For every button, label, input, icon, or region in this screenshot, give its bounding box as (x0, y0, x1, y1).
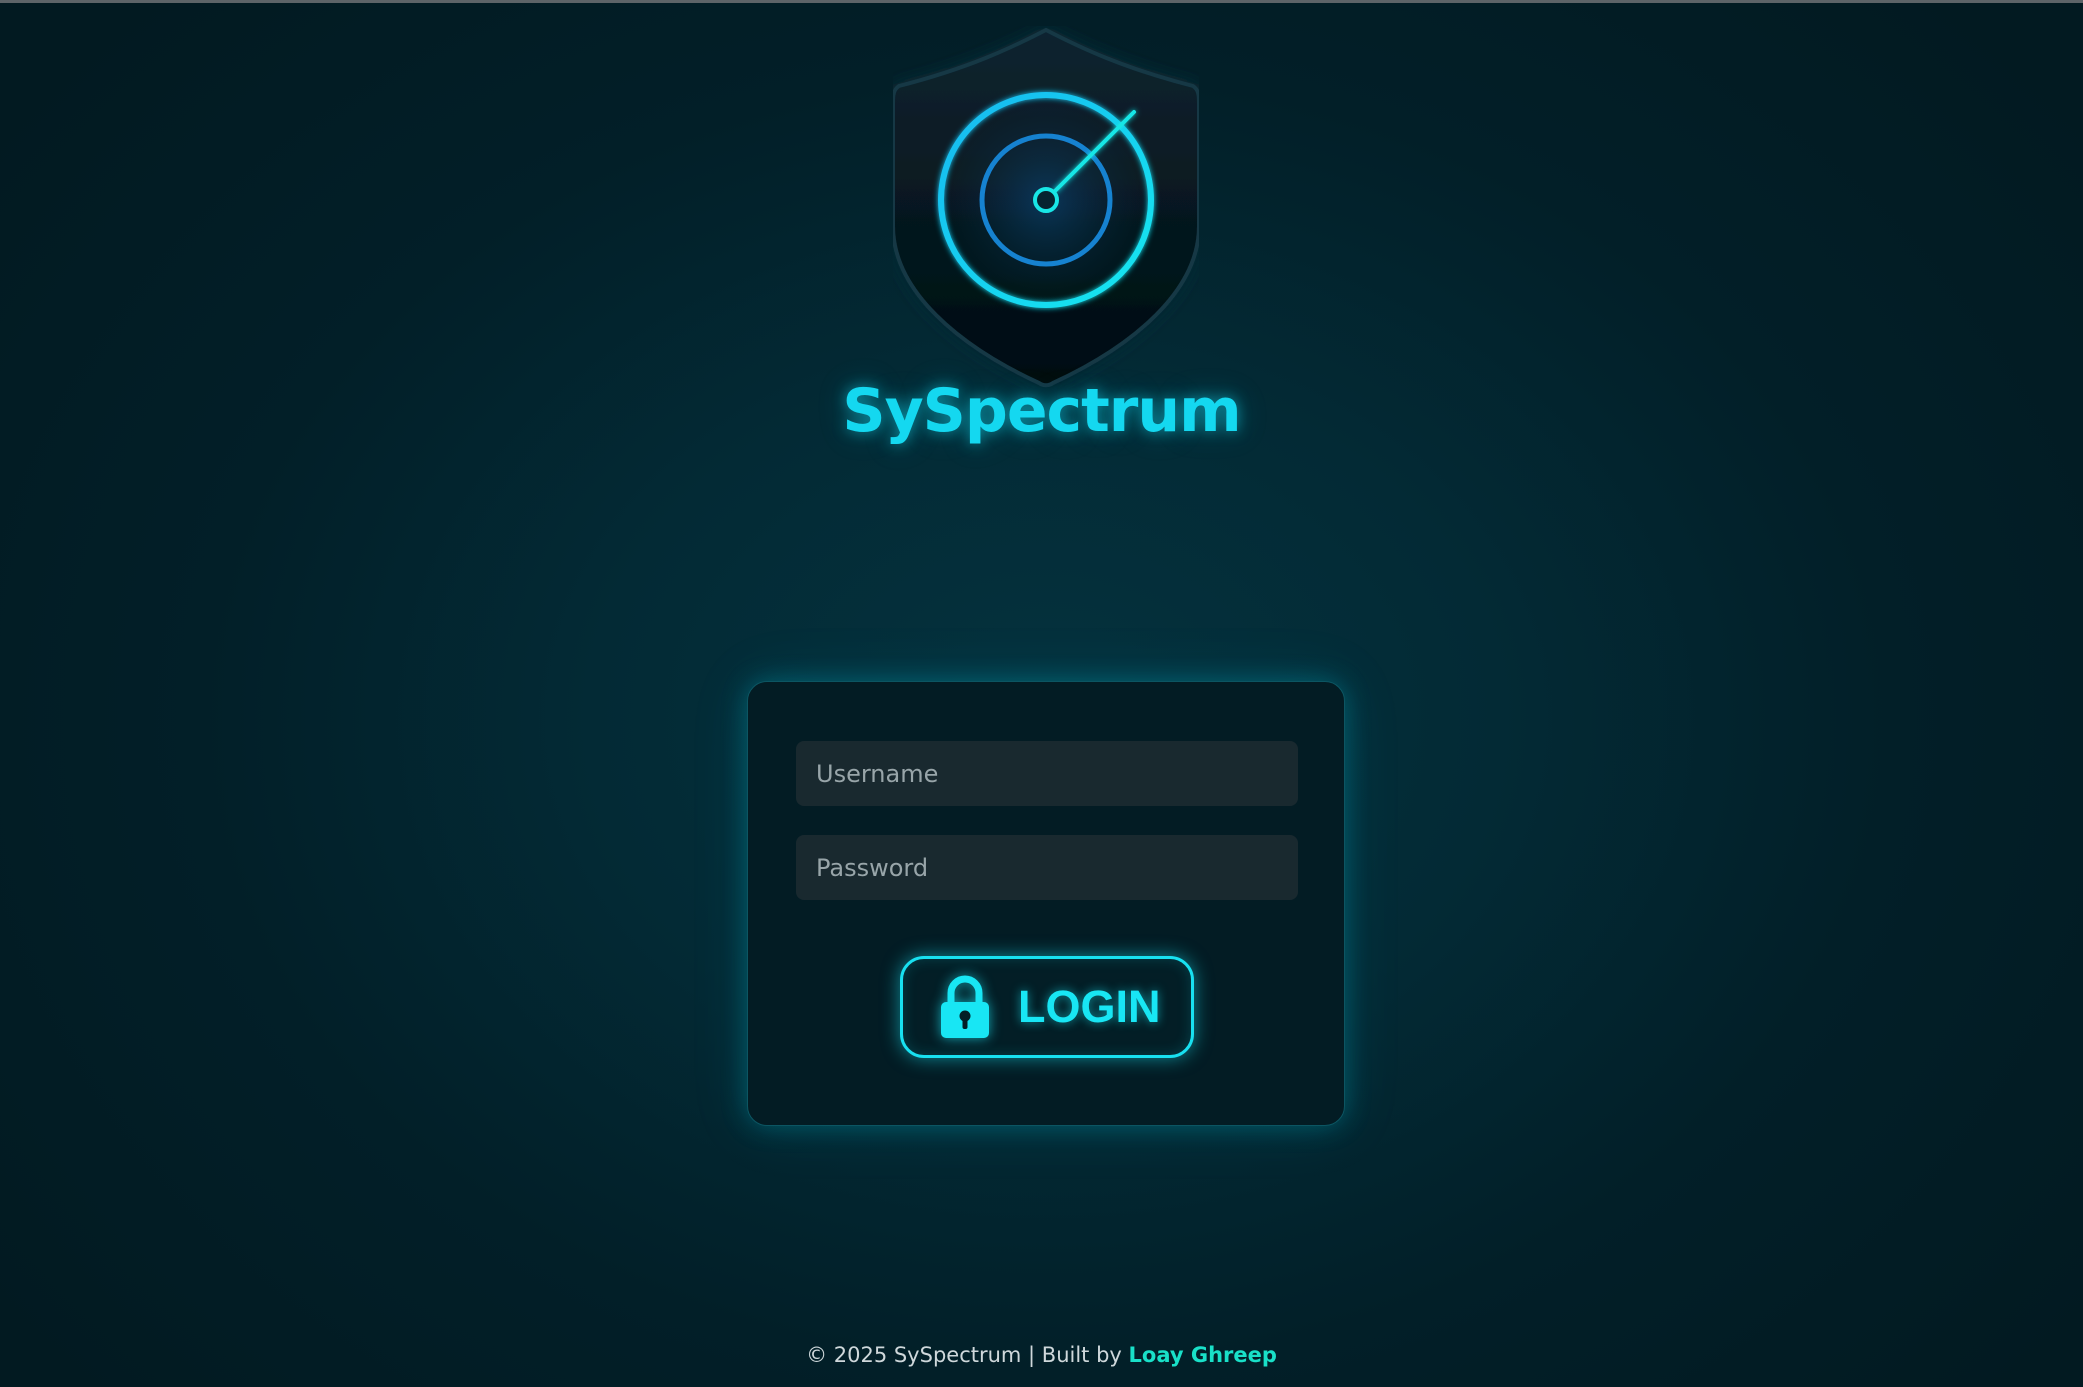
login-card: LOGIN (747, 681, 1345, 1126)
footer-copyright: © 2025 SySpectrum | Built by (806, 1343, 1129, 1367)
password-input[interactable] (796, 835, 1298, 900)
lock-icon (941, 975, 989, 1038)
shield-radar-icon (893, 27, 1199, 388)
footer: © 2025 SySpectrum | Built by Loay Ghreep (0, 1343, 2083, 1367)
login-button-label: LOGIN (1018, 981, 1161, 1032)
login-button[interactable]: LOGIN (900, 956, 1194, 1058)
username-input[interactable] (796, 741, 1298, 806)
top-border (0, 0, 2083, 3)
app-title: SySpectrum (842, 376, 1241, 446)
author-link[interactable]: Loay Ghreep (1129, 1343, 1277, 1367)
